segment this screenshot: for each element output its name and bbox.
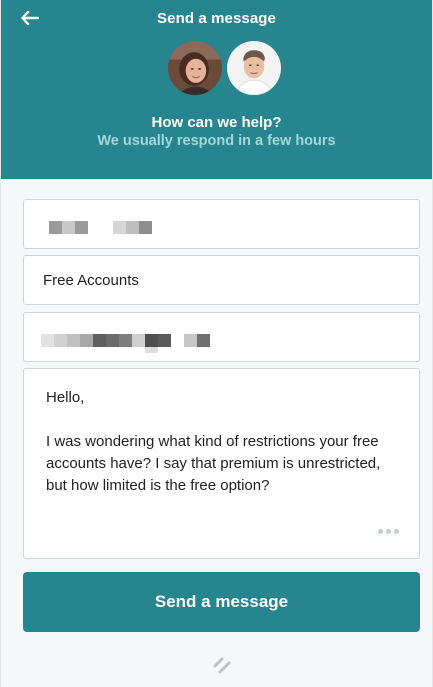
- redacted-email-fragment: [145, 347, 158, 353]
- redacted-email-value: [41, 334, 210, 347]
- send-message-button[interactable]: Send a message: [23, 572, 420, 632]
- brand-slashes-icon: [213, 657, 231, 674]
- ellipsis-icon[interactable]: [378, 529, 399, 534]
- redacted-name-value: [49, 221, 152, 234]
- avatar: [166, 39, 224, 97]
- subject-field[interactable]: Free Accounts: [23, 255, 420, 305]
- widget-header: Send a message How can we help? We usual…: [1, 0, 432, 179]
- avatar: [225, 39, 283, 97]
- header-title: Send a message: [157, 10, 276, 27]
- name-field[interactable]: [23, 199, 420, 249]
- chat-widget: Send a message How can we help? We usual…: [0, 0, 433, 687]
- team-avatars: [166, 39, 286, 99]
- message-textarea[interactable]: Hello, I was wondering what kind of rest…: [23, 368, 420, 559]
- subject-value: Free Accounts: [43, 272, 139, 289]
- response-time-note: We usually respond in a few hours: [97, 133, 336, 149]
- email-field[interactable]: [23, 312, 420, 362]
- message-value: Hello, I was wondering what kind of rest…: [46, 389, 381, 494]
- help-title: How can we help?: [151, 114, 282, 131]
